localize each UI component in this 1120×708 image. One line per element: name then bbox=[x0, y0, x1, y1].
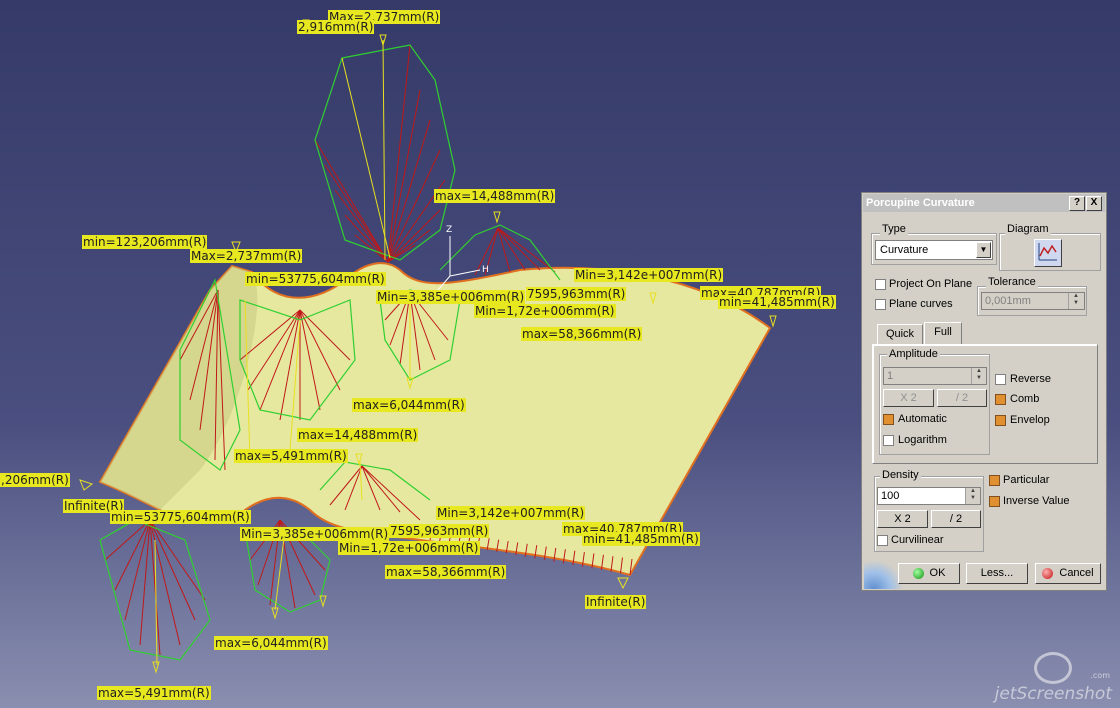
marker bbox=[617, 577, 629, 590]
curvature-label: Min=1,72e+006mm(R) bbox=[338, 541, 480, 555]
curvilinear-checkbox[interactable] bbox=[877, 535, 888, 546]
density-group-label: Density bbox=[880, 469, 921, 481]
tab-quick[interactable]: Quick bbox=[877, 324, 923, 344]
curvature-label: max=14,488mm(R) bbox=[297, 428, 419, 442]
axis-z-label: Z bbox=[446, 225, 452, 235]
project-on-plane-checkbox[interactable] bbox=[875, 279, 886, 290]
envelop-checkbox[interactable] bbox=[995, 415, 1006, 426]
curvature-label: Min=3,385e+006mm(R) bbox=[240, 527, 390, 541]
project-on-plane-label: Project On Plane bbox=[889, 278, 973, 290]
comb-line bbox=[314, 139, 389, 263]
comb-label: Comb bbox=[1010, 393, 1040, 405]
curvature-label: max=5,491mm(R) bbox=[234, 449, 348, 463]
curvature-label: Infinite(R) bbox=[585, 595, 647, 609]
curvature-label: 2,916mm(R) bbox=[297, 20, 375, 34]
diagram-button[interactable] bbox=[1034, 239, 1062, 267]
reverse-checkbox[interactable] bbox=[995, 374, 1006, 385]
cancel-label: Cancel bbox=[1059, 567, 1094, 579]
axis-h-label: H bbox=[482, 265, 489, 275]
amplitude-spinner[interactable]: ▲ ▼ bbox=[971, 368, 986, 384]
chevron-down-icon[interactable]: ▼ bbox=[976, 242, 991, 258]
envelop-label: Envelop bbox=[1010, 414, 1050, 426]
ok-label: OK bbox=[929, 567, 946, 579]
curvature-label: Max=2,737mm(R) bbox=[190, 249, 303, 263]
comb-line bbox=[497, 227, 556, 273]
type-group-label: Type bbox=[880, 223, 908, 235]
tab-full[interactable]: Full bbox=[924, 322, 962, 344]
amplitude-x2-button[interactable]: X 2 bbox=[883, 389, 934, 407]
diagram-chart-icon bbox=[1038, 243, 1057, 261]
help-button[interactable]: ? bbox=[1069, 196, 1085, 211]
marker bbox=[79, 479, 94, 491]
curvature-label: max=58,366mm(R) bbox=[521, 327, 643, 341]
comb-line bbox=[149, 519, 206, 601]
plane-curves-label: Plane curves bbox=[889, 298, 953, 310]
ok-icon bbox=[912, 567, 924, 579]
watermark: jetScreenshot bbox=[994, 684, 1112, 704]
diagram-group-label: Diagram bbox=[1005, 223, 1051, 235]
curvature-label: Min=3,142e+007mm(R) bbox=[436, 506, 586, 520]
porcupine-curvature-dialog: Porcupine Curvature ? X Type Curvature ▼… bbox=[861, 192, 1107, 591]
less-button[interactable]: Less... bbox=[966, 563, 1028, 584]
curvilinear-label: Curvilinear bbox=[891, 534, 944, 546]
curvature-label: max=5,491mm(R) bbox=[97, 686, 211, 700]
curvature-label: min=41,485mm(R) bbox=[582, 532, 700, 546]
curvature-label: min=41,485mm(R) bbox=[718, 295, 836, 309]
watermark-sup: .com bbox=[1090, 671, 1110, 680]
type-select-value: Curvature bbox=[880, 244, 929, 256]
curvature-label: max=58,366mm(R) bbox=[385, 565, 507, 579]
curvature-label: min=123,206mm(R) bbox=[82, 235, 208, 249]
automatic-label: Automatic bbox=[898, 413, 947, 425]
amplitude-div2-button[interactable]: / 2 bbox=[937, 389, 987, 407]
watermark-logo-icon bbox=[1034, 652, 1072, 684]
comb-line bbox=[324, 164, 389, 263]
cancel-button[interactable]: Cancel bbox=[1035, 563, 1101, 584]
plane-curves-checkbox[interactable] bbox=[875, 299, 886, 310]
curvature-label: Min=3,385e+006mm(R) bbox=[376, 290, 526, 304]
logarithm-label: Logarithm bbox=[898, 434, 947, 446]
curvature-label: ,206mm(R) bbox=[0, 473, 70, 487]
amplitude-group-label: Amplitude bbox=[887, 348, 940, 360]
curvature-label: max=6,044mm(R) bbox=[214, 636, 328, 650]
curvature-label: min=53775,604mm(R) bbox=[245, 272, 386, 286]
comb-line bbox=[387, 44, 411, 263]
curvature-label: Min=3,142e+007mm(R) bbox=[574, 268, 724, 282]
marker bbox=[769, 315, 777, 328]
logarithm-checkbox[interactable] bbox=[883, 435, 894, 446]
density-x2-button[interactable]: X 2 bbox=[877, 510, 928, 528]
dialog-title: Porcupine Curvature bbox=[866, 197, 975, 209]
type-select[interactable]: Curvature ▼ bbox=[875, 240, 993, 260]
comb-line bbox=[387, 89, 421, 263]
envelope-bottom-mid bbox=[244, 529, 331, 613]
dialog-titlebar[interactable]: Porcupine Curvature ? X bbox=[863, 194, 1105, 212]
reverse-label: Reverse bbox=[1010, 373, 1051, 385]
particular-checkbox[interactable] bbox=[989, 475, 1000, 486]
marker bbox=[319, 595, 327, 608]
close-button[interactable]: X bbox=[1086, 196, 1102, 211]
comb-line bbox=[104, 519, 151, 561]
curvature-label: 7595,963mm(R) bbox=[389, 524, 490, 538]
marker bbox=[493, 211, 501, 224]
comb-line bbox=[387, 229, 431, 263]
inverse-value-checkbox[interactable] bbox=[989, 496, 1000, 507]
density-spinner[interactable]: ▲ ▼ bbox=[965, 488, 980, 504]
curvature-label: max=6,044mm(R) bbox=[352, 398, 466, 412]
comb-line bbox=[497, 227, 526, 271]
tolerance-spinner[interactable]: ▲ ▼ bbox=[1068, 293, 1083, 309]
comb-checkbox[interactable] bbox=[995, 394, 1006, 405]
curvature-label: Min=1,72e+006mm(R) bbox=[474, 304, 616, 318]
tolerance-group-label: Tolerance bbox=[986, 276, 1038, 288]
curvature-label: max=14,488mm(R) bbox=[434, 189, 556, 203]
density-div2-button[interactable]: / 2 bbox=[931, 510, 981, 528]
cancel-icon bbox=[1042, 567, 1054, 579]
automatic-checkbox[interactable] bbox=[883, 414, 894, 425]
curvature-label: 7595,963mm(R) bbox=[526, 287, 627, 301]
particular-label: Particular bbox=[1003, 474, 1050, 486]
marker bbox=[152, 661, 160, 674]
comb-line bbox=[334, 189, 389, 263]
ok-button[interactable]: OK bbox=[898, 563, 960, 584]
curvature-label: min=53775,604mm(R) bbox=[110, 510, 251, 524]
inverse-value-label: Inverse Value bbox=[1003, 495, 1070, 507]
